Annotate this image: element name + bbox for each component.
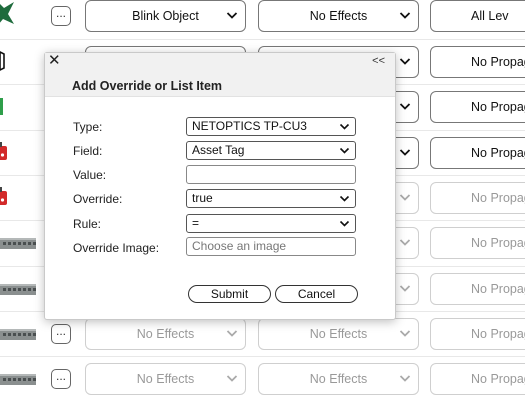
override-image-label: Override Image: (73, 241, 160, 255)
override-image-placeholder: Choose an image (192, 239, 287, 253)
add-override-dialog: ✕ << Add Override or List Item Type: NET… (44, 52, 396, 320)
chevron-down-icon (399, 58, 411, 65)
select-value: Blink Object (132, 9, 199, 23)
propagation-select[interactable]: No Propag (430, 318, 525, 350)
type-select-value: NETOPTICS TP-CU3 (192, 119, 307, 133)
value-input[interactable] (186, 165, 356, 184)
field-label: Field: (73, 144, 103, 158)
cancel-button[interactable]: Cancel (275, 285, 358, 303)
chevron-down-icon (399, 12, 411, 19)
chevron-down-icon (226, 375, 238, 382)
effect-select[interactable]: Blink Object (85, 0, 246, 32)
propagation-select[interactable]: No Propag (430, 273, 525, 305)
select-value: No Effects (136, 327, 195, 341)
rule-label: Rule: (73, 217, 102, 231)
chevron-down-icon (226, 12, 238, 19)
select-value: No Propag (471, 146, 525, 160)
chevron-down-icon (399, 375, 411, 382)
propagation-select[interactable]: No Propag (430, 46, 525, 78)
chevron-down-icon (399, 239, 411, 246)
chevron-down-icon (399, 149, 411, 156)
chevron-down-icon (339, 147, 350, 154)
chevron-down-icon (339, 195, 350, 202)
field-select-value: Asset Tag (192, 143, 245, 157)
select-value: No Propag (471, 191, 525, 205)
dialog-header: ✕ << Add Override or List Item (45, 53, 395, 97)
effect-select-2[interactable]: No Effects (258, 363, 419, 395)
select-value: No Propag (471, 55, 525, 69)
value-label: Value: (73, 168, 107, 182)
select-value: No Effects (309, 9, 368, 23)
row-menu-button[interactable]: ... (51, 6, 71, 26)
select-value: No Propag (471, 327, 525, 341)
effect-select-2[interactable]: No Effects (258, 0, 419, 32)
chevron-down-icon (339, 220, 350, 227)
dialog-title: Add Override or List Item (72, 79, 223, 93)
row-menu-button[interactable]: ... (51, 369, 71, 389)
chevron-down-icon (399, 285, 411, 292)
propagation-select[interactable]: No Propag (430, 227, 525, 259)
row-menu-button[interactable]: ... (51, 324, 71, 344)
effect-select[interactable]: No Effects (85, 318, 246, 350)
select-value: No Effects (309, 327, 368, 341)
table-row: ... No Effects No Effects No Propag (0, 356, 525, 401)
propagation-select[interactable]: No Propag (430, 363, 525, 395)
chevron-down-icon (339, 123, 350, 130)
chevron-down-icon (399, 330, 411, 337)
type-label: Type: (73, 120, 103, 134)
table-row: ... Blink Object No Effects All Lev (0, 0, 525, 39)
select-value: No Propag (471, 372, 525, 386)
chevron-down-icon (399, 103, 411, 110)
chevron-down-icon (399, 194, 411, 201)
override-image-field[interactable]: Choose an image (186, 237, 356, 256)
effect-select-2[interactable]: No Effects (258, 318, 419, 350)
propagation-select[interactable]: All Lev (430, 0, 525, 32)
type-select[interactable]: NETOPTICS TP-CU3 (186, 117, 356, 136)
propagation-select[interactable]: No Propag (430, 91, 525, 123)
select-value: No Propag (471, 100, 525, 114)
rule-select[interactable]: = (186, 214, 356, 233)
rule-select-value: = (192, 216, 200, 230)
override-label: Override: (73, 192, 123, 206)
select-value: All Lev (471, 9, 509, 23)
submit-button[interactable]: Submit (188, 285, 271, 303)
select-value: No Effects (136, 372, 195, 386)
propagation-select[interactable]: No Propag (430, 182, 525, 214)
propagation-select[interactable]: No Propag (430, 137, 525, 169)
select-value: No Propag (471, 282, 525, 296)
field-select[interactable]: Asset Tag (186, 141, 356, 160)
chevron-down-icon (226, 330, 238, 337)
effect-select[interactable]: No Effects (85, 363, 246, 395)
close-icon[interactable]: ✕ (48, 53, 61, 69)
collapse-icon[interactable]: << (372, 54, 385, 68)
select-value: No Effects (309, 372, 368, 386)
override-select[interactable]: true (186, 189, 356, 208)
override-select-value: true (192, 191, 213, 205)
select-value: No Propag (471, 236, 525, 250)
